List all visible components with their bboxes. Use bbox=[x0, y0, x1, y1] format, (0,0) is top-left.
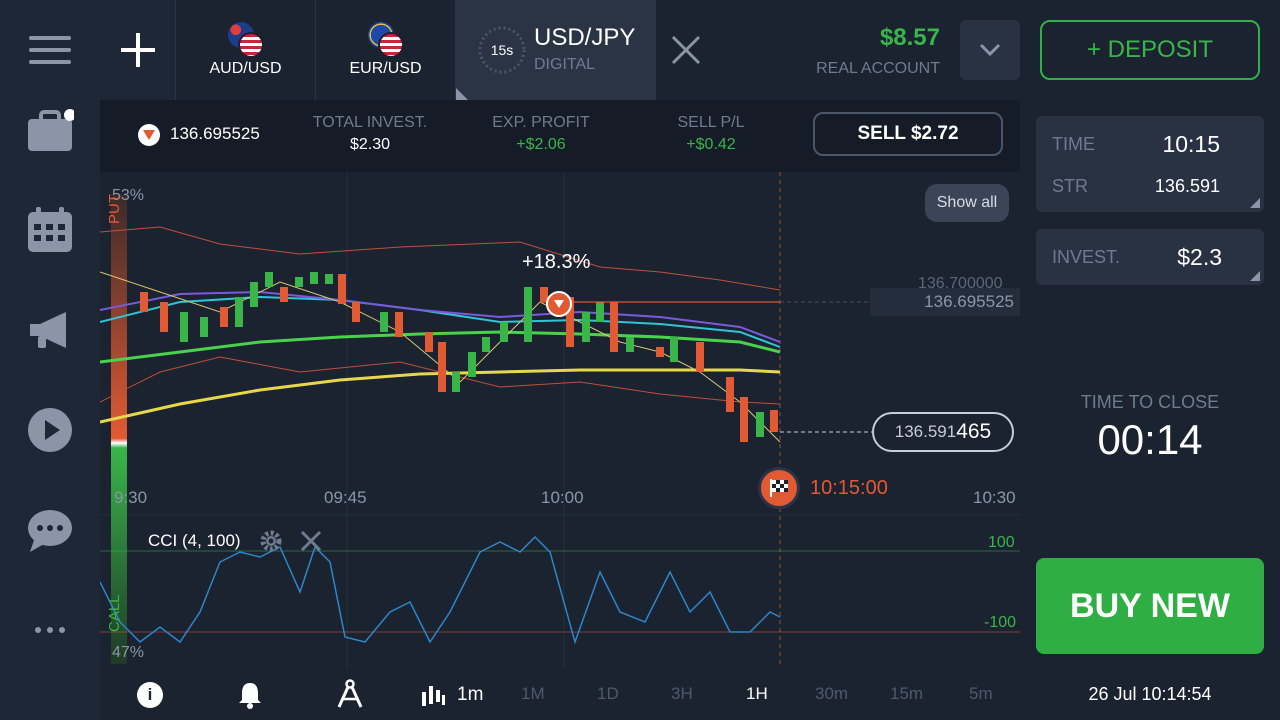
video-icon[interactable] bbox=[25, 405, 75, 455]
chat-icon[interactable] bbox=[25, 505, 75, 555]
strike-value: 136.591 bbox=[1154, 176, 1220, 196]
more-icon[interactable] bbox=[25, 605, 75, 655]
show-all-button[interactable]: Show all bbox=[925, 184, 1009, 222]
sell-pl-value: +$0.42 bbox=[686, 136, 736, 153]
time-to-close-value: 00:14 bbox=[1097, 416, 1203, 463]
position-price: 136.695525 bbox=[170, 124, 260, 143]
deposit-button[interactable]: + DEPOSIT bbox=[1040, 20, 1260, 80]
current-datetime: 26 Jul 10:14:54 bbox=[1088, 684, 1212, 704]
sidebar bbox=[0, 0, 100, 720]
gear-icon bbox=[260, 530, 282, 552]
expiry-flag-icon bbox=[758, 467, 800, 509]
tab-corner-icon bbox=[456, 88, 468, 100]
strike-label: STR bbox=[1052, 176, 1088, 196]
tab-usd-jpy-active[interactable]: 15s USD/JPY DIGITAL bbox=[456, 0, 656, 100]
exp-profit-value: +$2.06 bbox=[516, 136, 566, 153]
strike-price-label: 136.695525 bbox=[870, 288, 1020, 316]
invest-value: $2.3 bbox=[1177, 244, 1222, 270]
cci-line bbox=[99, 535, 781, 645]
tab-eur-usd[interactable]: EUR/USD bbox=[316, 0, 456, 100]
megaphone-icon[interactable] bbox=[25, 305, 75, 355]
chevron-down-icon bbox=[979, 43, 1001, 57]
time-value: 10:15 bbox=[1162, 131, 1220, 157]
sell-pl-label: SELL P/L bbox=[677, 114, 745, 131]
profit-badge: +18.3% bbox=[522, 251, 591, 273]
drawing-tools-icon[interactable] bbox=[337, 679, 363, 714]
menu-icon[interactable] bbox=[25, 25, 75, 75]
top-bar: AUD/USD EUR/USD 15s USD/JPY DIGITAL $8.5… bbox=[100, 0, 1280, 100]
timeframe-30m[interactable]: 30m bbox=[815, 684, 848, 704]
bell-icon[interactable] bbox=[237, 681, 263, 714]
total-invest-value: $2.30 bbox=[349, 136, 391, 153]
time-axis-label: 10:00 bbox=[541, 488, 584, 507]
account-label: REAL ACCOUNT bbox=[816, 60, 940, 77]
current-price-tail: 465 bbox=[956, 420, 992, 443]
plus-icon bbox=[120, 33, 155, 67]
info-icon[interactable]: i bbox=[137, 682, 163, 708]
active-asset-name: USD/JPY bbox=[534, 24, 636, 51]
indicator-name: CCI (4, 100) bbox=[148, 531, 241, 550]
close-icon bbox=[671, 35, 701, 65]
cci-lower-label: -100 bbox=[984, 614, 1017, 631]
time-to-close-label: TIME TO CLOSE bbox=[1080, 392, 1220, 412]
buy-new-button[interactable]: BUY NEW bbox=[1036, 558, 1264, 654]
timeframe-1M[interactable]: 1M bbox=[521, 684, 545, 704]
timeframe-1H-active[interactable]: 1H bbox=[746, 684, 768, 704]
put-label: PUT bbox=[106, 194, 123, 224]
cci-upper-label: 100 bbox=[988, 534, 1015, 551]
active-asset-type: DIGITAL bbox=[534, 56, 596, 73]
total-invest-label: TOTAL INVEST. bbox=[312, 114, 428, 131]
current-price-main: 136.591 bbox=[894, 422, 957, 441]
account-balance: $8.57 bbox=[879, 24, 940, 51]
portfolio-icon[interactable] bbox=[25, 106, 75, 156]
close-icon bbox=[300, 530, 322, 552]
indicator-settings-button[interactable] bbox=[258, 528, 284, 554]
tab-label: AUD/USD bbox=[209, 60, 282, 77]
timeframe-1D[interactable]: 1D bbox=[597, 684, 619, 704]
expiry-timer: 15s bbox=[490, 42, 514, 58]
timeframe-15m[interactable]: 15m bbox=[890, 684, 923, 704]
time-axis-label: 10:30 bbox=[973, 488, 1016, 507]
indicator-remove-button[interactable] bbox=[298, 528, 324, 554]
aud-usd-flag-icon bbox=[226, 22, 266, 58]
position-info-strip: 136.695525 TOTAL INVEST. $2.30 EXP. PROF… bbox=[100, 100, 1020, 172]
candle-interval[interactable]: 1m bbox=[457, 684, 483, 706]
tab-label: EUR/USD bbox=[349, 60, 422, 77]
tab-aud-usd[interactable]: AUD/USD bbox=[176, 0, 316, 100]
invest-label: INVEST. bbox=[1052, 247, 1121, 267]
calendar-icon[interactable] bbox=[25, 205, 75, 255]
add-asset-button[interactable] bbox=[100, 0, 176, 100]
call-label: CALL bbox=[106, 594, 123, 632]
price-chart[interactable]: 53% 47% PUT CALL Show all +18.3% 136.700… bbox=[99, 172, 1020, 668]
sell-button[interactable]: SELL $2.72 bbox=[813, 112, 1003, 156]
eur-usd-flag-icon bbox=[366, 22, 406, 58]
bollinger-upper-line bbox=[99, 226, 781, 291]
expiry-time-label: 10:15:00 bbox=[810, 477, 888, 499]
call-percentage: 47% bbox=[112, 644, 145, 661]
timeframe-5m[interactable]: 5m bbox=[969, 684, 993, 704]
card-corner-icon bbox=[1250, 271, 1260, 281]
invest-card[interactable]: INVEST. $2.3 bbox=[1036, 229, 1264, 285]
timeframe-3H[interactable]: 3H bbox=[671, 684, 693, 704]
current-price-label: 136.591 465 bbox=[872, 412, 1014, 452]
put-marker-icon[interactable] bbox=[546, 291, 572, 317]
candle-type-icon[interactable] bbox=[420, 682, 446, 713]
time-label: TIME bbox=[1052, 134, 1095, 154]
exp-profit-label: EXP. PROFIT bbox=[492, 114, 590, 131]
card-corner-icon bbox=[1250, 198, 1260, 208]
expiry-time-card[interactable]: TIME 10:15 STR 136.591 bbox=[1036, 116, 1264, 212]
time-axis-label: 09:45 bbox=[324, 488, 367, 507]
close-tab-button[interactable] bbox=[656, 0, 716, 100]
candles bbox=[140, 272, 778, 442]
account-dropdown-button[interactable] bbox=[960, 20, 1020, 80]
put-direction-icon bbox=[138, 124, 160, 146]
time-axis-label: 9:30 bbox=[114, 488, 148, 507]
